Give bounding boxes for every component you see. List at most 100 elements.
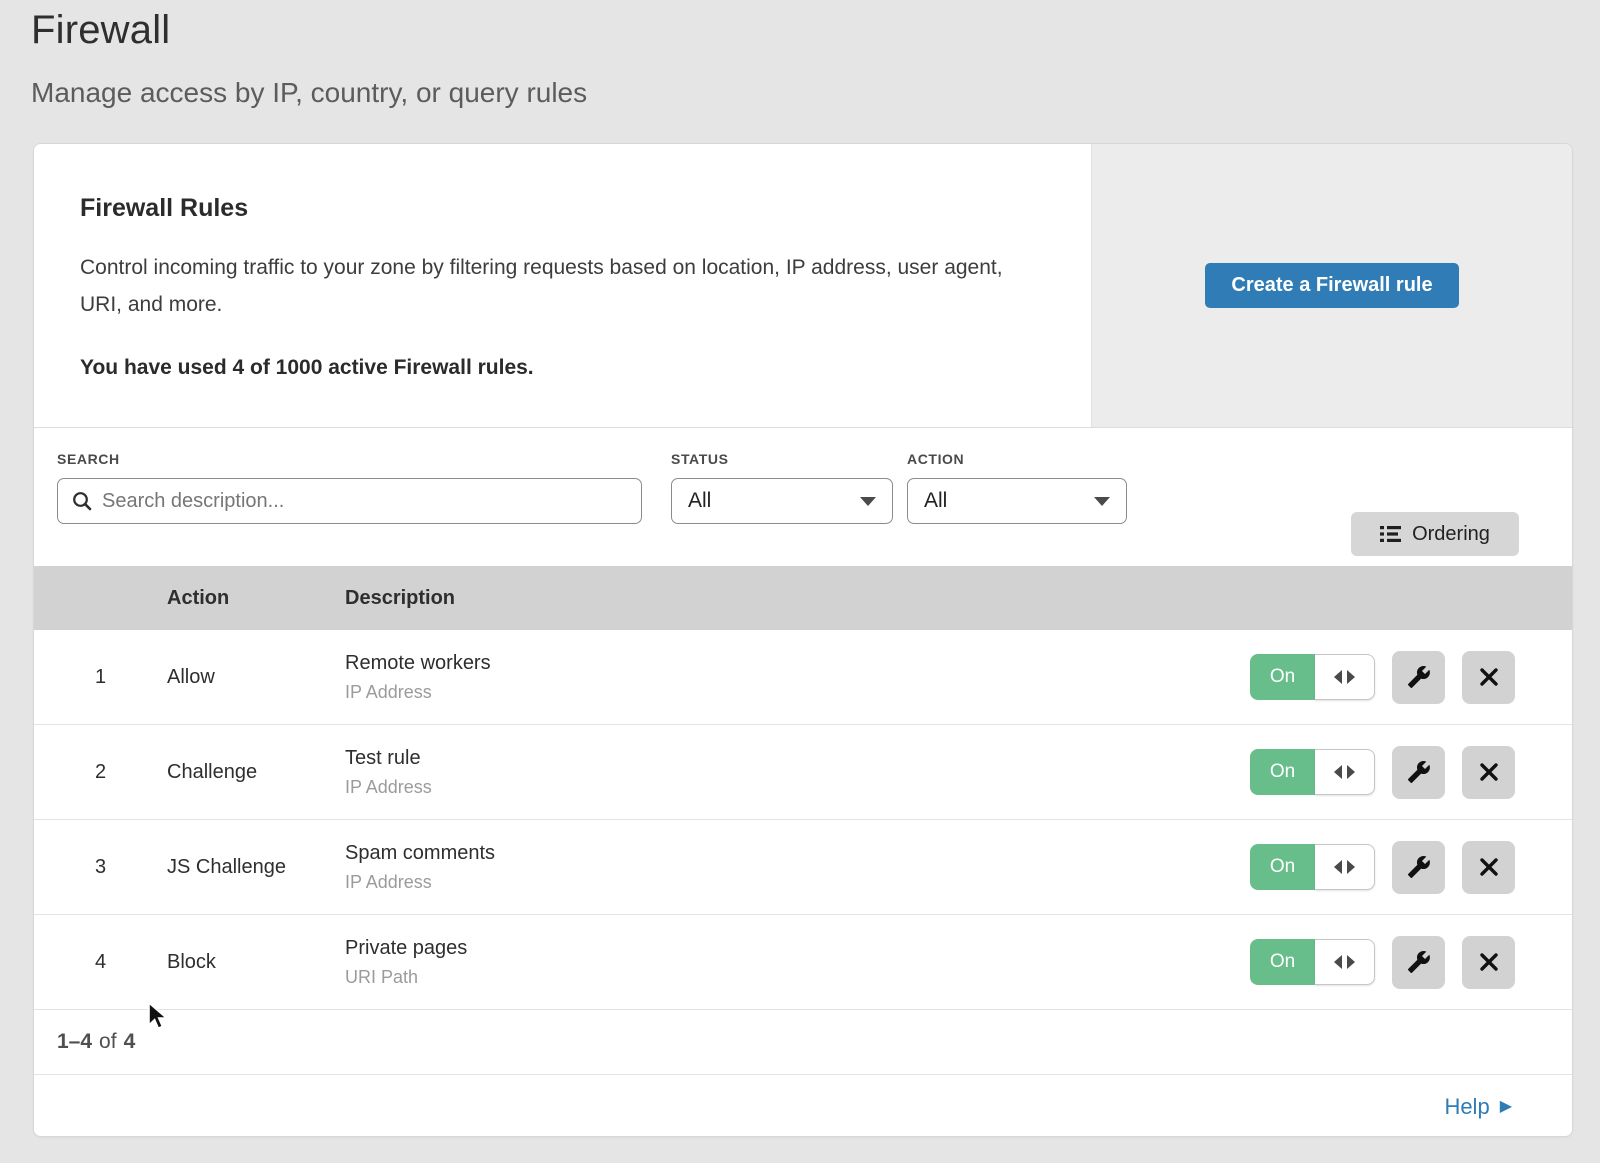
delete-rule-button[interactable] <box>1462 936 1515 989</box>
pagination-range: 1–4 <box>57 1030 92 1054</box>
edit-rule-button[interactable] <box>1392 841 1445 894</box>
toggle-knob[interactable] <box>1315 844 1375 890</box>
rule-description-cell: Test rule IP Address <box>345 747 1250 798</box>
table-row: 4 Block Private pages URI Path On <box>34 915 1572 1010</box>
drag-arrows-icon <box>1334 765 1342 779</box>
delete-rule-button[interactable] <box>1462 841 1515 894</box>
drag-arrows-icon <box>1334 955 1342 969</box>
toggle-knob[interactable] <box>1315 749 1375 795</box>
pagination: 1–4 of 4 <box>34 1010 1572 1074</box>
drag-arrows-icon <box>1347 765 1355 779</box>
drag-arrows-icon <box>1347 670 1355 684</box>
search-filter-group: SEARCH <box>57 451 642 566</box>
ordering-button[interactable]: Ordering <box>1351 512 1519 556</box>
overview-section: Firewall Rules Control incoming traffic … <box>34 144 1572 428</box>
rule-action: Allow <box>167 666 345 689</box>
rule-description: Private pages <box>345 937 1250 960</box>
rule-description: Remote workers <box>345 652 1250 675</box>
create-rule-panel: Create a Firewall rule <box>1091 144 1572 427</box>
wrench-icon <box>1407 760 1431 784</box>
edit-rule-button[interactable] <box>1392 746 1445 799</box>
toggle-knob[interactable] <box>1315 654 1375 700</box>
help-row: Help ▶ <box>34 1074 1572 1137</box>
firewall-page: Firewall Manage access by IP, country, o… <box>0 0 1600 1163</box>
arrow-right-icon: ▶ <box>1500 1099 1512 1115</box>
action-column-header: Action <box>167 587 345 610</box>
rule-priority: 4 <box>34 951 167 974</box>
rule-controls: On <box>1250 936 1572 989</box>
toggle-on-label: On <box>1250 939 1315 985</box>
drag-arrows-icon <box>1347 860 1355 874</box>
wrench-icon <box>1407 950 1431 974</box>
page-header: Firewall Manage access by IP, country, o… <box>0 0 1600 109</box>
firewall-rules-card: Firewall Rules Control incoming traffic … <box>33 143 1573 1137</box>
table-row: 3 JS Challenge Spam comments IP Address … <box>34 820 1572 915</box>
rule-description: Spam comments <box>345 842 1250 865</box>
close-icon <box>1478 666 1500 688</box>
drag-arrows-icon <box>1334 860 1342 874</box>
status-select[interactable]: All <box>671 478 893 524</box>
status-filter-group: STATUS All <box>671 451 893 566</box>
rule-toggle[interactable]: On <box>1250 654 1375 700</box>
rule-match-type: IP Address <box>345 872 1250 893</box>
pagination-of: of <box>99 1030 117 1054</box>
search-input[interactable] <box>102 490 627 513</box>
delete-rule-button[interactable] <box>1462 746 1515 799</box>
page-title: Firewall <box>31 8 1600 53</box>
table-row: 2 Challenge Test rule IP Address On <box>34 725 1572 820</box>
action-label: ACTION <box>907 451 1127 467</box>
rule-description-cell: Remote workers IP Address <box>345 652 1250 703</box>
wrench-icon <box>1407 665 1431 689</box>
action-select[interactable]: All <box>907 478 1127 524</box>
rule-action: Block <box>167 951 345 974</box>
chevron-down-icon <box>860 497 876 506</box>
wrench-icon <box>1407 855 1431 879</box>
close-icon <box>1478 761 1500 783</box>
rule-controls: On <box>1250 651 1572 704</box>
description-column-header: Description <box>345 587 1251 610</box>
action-filter-group: ACTION All <box>907 451 1127 566</box>
search-icon <box>72 491 92 511</box>
search-box <box>57 478 642 524</box>
page-subtitle: Manage access by IP, country, or query r… <box>31 77 1600 109</box>
rule-description-cell: Private pages URI Path <box>345 937 1250 988</box>
help-link[interactable]: Help ▶ <box>1444 1094 1512 1120</box>
rule-match-type: URI Path <box>345 967 1250 988</box>
chevron-down-icon <box>1094 497 1110 506</box>
drag-arrows-icon <box>1334 670 1342 684</box>
overview-title: Firewall Rules <box>80 194 1031 223</box>
rule-priority: 3 <box>34 856 167 879</box>
rule-toggle[interactable]: On <box>1250 939 1375 985</box>
rule-match-type: IP Address <box>345 682 1250 703</box>
close-icon <box>1478 951 1500 973</box>
ordering-button-label: Ordering <box>1412 523 1490 546</box>
toggle-knob[interactable] <box>1315 939 1375 985</box>
rule-description: Test rule <box>345 747 1250 770</box>
filter-spacer <box>1127 451 1351 566</box>
toggle-on-label: On <box>1250 749 1315 795</box>
overview-description: Control incoming traffic to your zone by… <box>80 249 1025 323</box>
status-label: STATUS <box>671 451 893 467</box>
rule-toggle[interactable]: On <box>1250 844 1375 890</box>
status-selected-value: All <box>688 489 711 513</box>
table-header: Action Description <box>34 566 1572 630</box>
pagination-total: 4 <box>124 1030 136 1054</box>
edit-rule-button[interactable] <box>1392 936 1445 989</box>
drag-arrows-icon <box>1347 955 1355 969</box>
rule-action: Challenge <box>167 761 345 784</box>
toggle-on-label: On <box>1250 654 1315 700</box>
create-firewall-rule-button[interactable]: Create a Firewall rule <box>1205 263 1458 308</box>
toggle-on-label: On <box>1250 844 1315 890</box>
rules-usage-text: You have used 4 of 1000 active Firewall … <box>80 356 1031 380</box>
delete-rule-button[interactable] <box>1462 651 1515 704</box>
rule-toggle[interactable]: On <box>1250 749 1375 795</box>
rule-priority: 1 <box>34 666 167 689</box>
rule-action: JS Challenge <box>167 856 345 879</box>
rule-controls: On <box>1250 746 1572 799</box>
rule-priority: 2 <box>34 761 167 784</box>
action-selected-value: All <box>924 489 947 513</box>
rule-description-cell: Spam comments IP Address <box>345 842 1250 893</box>
table-row: 1 Allow Remote workers IP Address On <box>34 630 1572 725</box>
edit-rule-button[interactable] <box>1392 651 1445 704</box>
search-label: SEARCH <box>57 451 642 467</box>
